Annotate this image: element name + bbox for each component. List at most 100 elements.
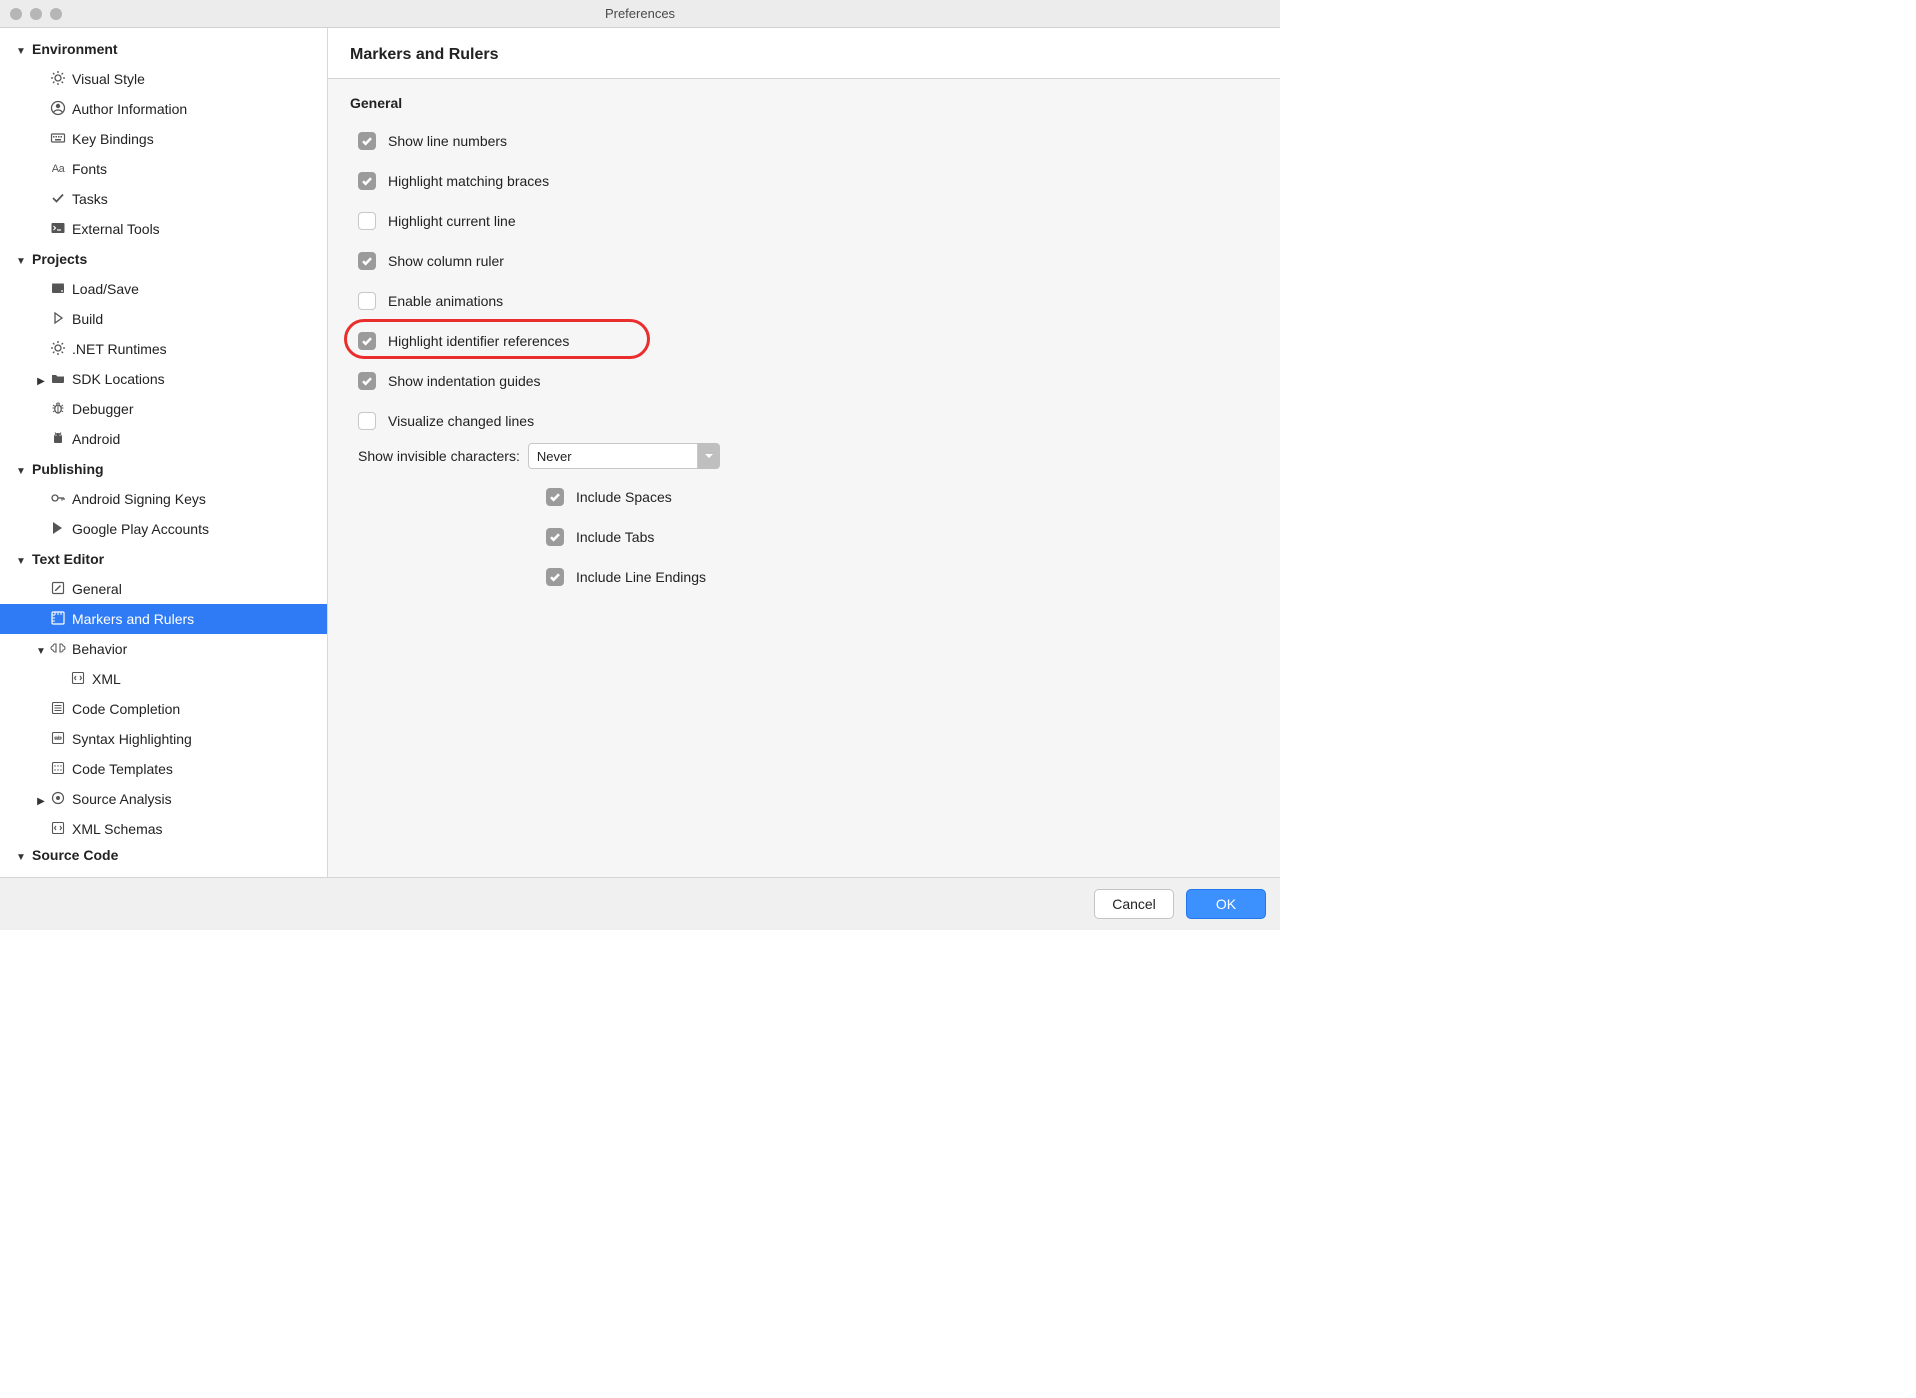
invisible-chars-select[interactable]: Never	[528, 443, 720, 469]
invisible-chars-row: Show invisible characters: Never	[358, 443, 1258, 469]
sidebar-section-environment[interactable]: Environment	[0, 34, 327, 64]
content-header: Markers and Rulers	[328, 28, 1280, 79]
sidebar-item-author-information[interactable]: Author Information	[0, 94, 327, 124]
templates-icon	[48, 760, 68, 779]
sidebar-item-external-tools[interactable]: External Tools	[0, 214, 327, 244]
sidebar-item-load-save[interactable]: Load/Save	[0, 274, 327, 304]
sidebar-item-build[interactable]: Build	[0, 304, 327, 334]
invisible-chars-label: Show invisible characters:	[358, 448, 520, 464]
option-row-matchBraces: Highlight matching braces	[350, 161, 1258, 201]
sidebar-item-label: Behavior	[68, 641, 127, 657]
sidebar-item-markers-and-rulers[interactable]: Markers and Rulers	[0, 604, 327, 634]
chevron-down-icon	[14, 847, 28, 863]
sidebar-item-label: External Tools	[68, 221, 160, 237]
checkbox-label-identRefs: Highlight identifier references	[388, 333, 569, 349]
sidebar-item-code-templates[interactable]: Code Templates	[0, 754, 327, 784]
checkbox-label-incSpaces: Include Spaces	[576, 489, 672, 505]
sidebar-item-label: Markers and Rulers	[68, 611, 194, 627]
checkbox-matchBraces[interactable]	[358, 172, 376, 190]
cancel-button[interactable]: Cancel	[1094, 889, 1174, 919]
sidebar-item-label: Fonts	[68, 161, 107, 177]
sidebar-item-fonts[interactable]: AaFonts	[0, 154, 327, 184]
terminal-icon	[48, 220, 68, 239]
sidebar-item-label: Key Bindings	[68, 131, 154, 147]
option-row-lineNumbers: Show line numbers	[350, 121, 1258, 161]
checkbox-lineNumbers[interactable]	[358, 132, 376, 150]
checkbox-identRefs[interactable]	[358, 332, 376, 350]
chevron-down-icon	[14, 251, 28, 267]
sidebar-item-label: Debugger	[68, 401, 134, 417]
checkbox-incTabs[interactable]	[546, 528, 564, 546]
option-row-incTabs: Include Tabs	[538, 517, 1258, 557]
dialog-footer: Cancel OK	[0, 878, 1280, 930]
checkbox-curLine[interactable]	[358, 212, 376, 230]
sidebar-section-text-editor[interactable]: Text Editor	[0, 544, 327, 574]
chevron-down-icon	[14, 551, 28, 567]
general-options-group: Show line numbersHighlight matching brac…	[350, 121, 1258, 441]
sidebar-section-publishing[interactable]: Publishing	[0, 454, 327, 484]
option-row-identRefs: Highlight identifier references	[350, 321, 1258, 361]
invisible-chars-value: Never	[528, 443, 698, 469]
bug-icon	[48, 400, 68, 419]
xml-icon	[68, 670, 88, 689]
aa-icon: Aa	[48, 163, 68, 175]
sidebar-item-label: Code Completion	[68, 701, 180, 717]
sidebar-item-behavior[interactable]: Behavior	[0, 634, 327, 664]
sidebar-item-label: Visual Style	[68, 71, 145, 87]
checkbox-changedLines[interactable]	[358, 412, 376, 430]
sidebar-item-google-play-accounts[interactable]: Google Play Accounts	[0, 514, 327, 544]
checkbox-colRuler[interactable]	[358, 252, 376, 270]
checkbox-incSpaces[interactable]	[546, 488, 564, 506]
sidebar-section-projects[interactable]: Projects	[0, 244, 327, 274]
sidebar-item-syntax-highlighting[interactable]: ab Syntax Highlighting	[0, 724, 327, 754]
list-icon	[48, 700, 68, 719]
sidebar-section-label: Projects	[28, 251, 87, 267]
sidebar-item-android[interactable]: Android	[0, 424, 327, 454]
titlebar: Preferences	[0, 0, 1280, 28]
sidebar-item-xml-schemas[interactable]: XML Schemas	[0, 814, 327, 844]
sidebar-item-net-runtimes[interactable]: .NET Runtimes	[0, 334, 327, 364]
sidebar-section-label: Source Code	[28, 847, 118, 863]
sidebar-item-general[interactable]: General	[0, 574, 327, 604]
sidebar-item-label: .NET Runtimes	[68, 341, 167, 357]
keyboard-icon	[48, 130, 68, 149]
svg-text:ab: ab	[55, 736, 62, 742]
chevron-right-icon	[34, 791, 48, 807]
sidebar-item-label: Build	[68, 311, 103, 327]
sidebar-item-label: XML	[88, 671, 121, 687]
chevron-down-icon	[14, 41, 28, 57]
invisible-sub-options: Include SpacesInclude TabsInclude Line E…	[538, 477, 1258, 597]
sidebar-item-code-completion[interactable]: Code Completion	[0, 694, 327, 724]
sidebar-item-tasks[interactable]: Tasks	[0, 184, 327, 214]
sidebar-item-label: Code Templates	[68, 761, 173, 777]
sidebar-item-android-signing-keys[interactable]: Android Signing Keys	[0, 484, 327, 514]
sidebar-section-label: Text Editor	[28, 551, 104, 567]
sidebar-item-xml[interactable]: XML	[0, 664, 327, 694]
sidebar-item-label: Author Information	[68, 101, 187, 117]
checkbox-anim[interactable]	[358, 292, 376, 310]
sidebar-item-source-analysis[interactable]: Source Analysis	[0, 784, 327, 814]
sidebar-item-label: Android	[68, 431, 120, 447]
ok-button[interactable]: OK	[1186, 889, 1266, 919]
checkbox-incEol[interactable]	[546, 568, 564, 586]
option-row-indentGuides: Show indentation guides	[350, 361, 1258, 401]
gear-icon	[48, 340, 68, 359]
xml-icon	[48, 820, 68, 839]
check-icon	[48, 190, 68, 209]
dropdown-arrow-icon[interactable]	[698, 443, 720, 469]
preferences-tree[interactable]: Environment Visual Style Author Informatio…	[0, 28, 327, 866]
sidebar-item-sdk-locations[interactable]: SDK Locations	[0, 364, 327, 394]
checkbox-label-colRuler: Show column ruler	[388, 253, 504, 269]
play-icon	[48, 310, 68, 329]
checkbox-label-anim: Enable animations	[388, 293, 503, 309]
key-icon	[48, 490, 68, 509]
sidebar-item-label: Syntax Highlighting	[68, 731, 192, 747]
sidebar-item-visual-style[interactable]: Visual Style	[0, 64, 327, 94]
sidebar-item-key-bindings[interactable]: Key Bindings	[0, 124, 327, 154]
sidebar-item-debugger[interactable]: Debugger	[0, 394, 327, 424]
sidebar-section-source-code[interactable]: Source Code	[0, 844, 327, 866]
sidebar-item-label: SDK Locations	[68, 371, 165, 387]
checkbox-indentGuides[interactable]	[358, 372, 376, 390]
ruler-icon	[48, 610, 68, 629]
gear-icon	[48, 70, 68, 89]
